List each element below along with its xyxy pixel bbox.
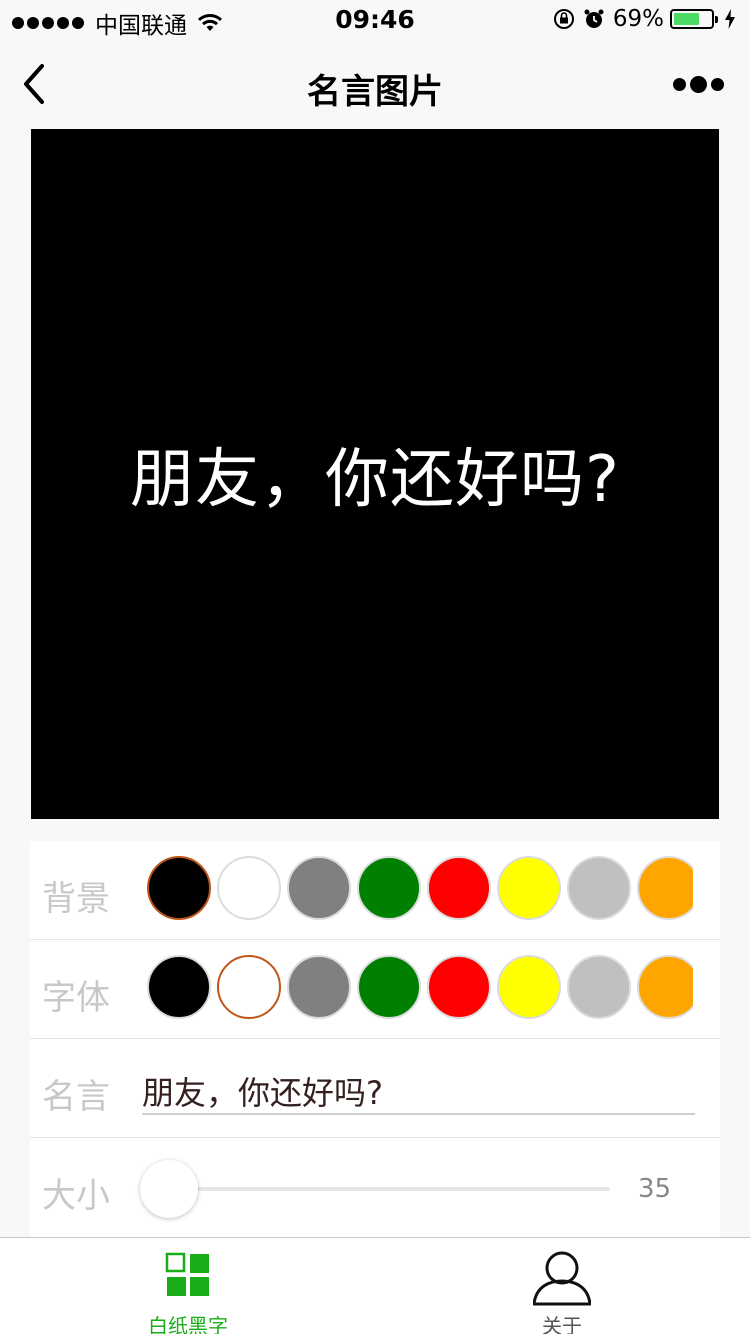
nav-bar: 名言图片 bbox=[0, 40, 750, 128]
settings-panel: 背景 字体 名言 大小 35 bbox=[30, 841, 720, 1237]
background-color-swatch[interactable] bbox=[497, 856, 561, 920]
tab-about[interactable]: 关于 bbox=[462, 1248, 662, 1334]
background-color-swatch[interactable] bbox=[217, 856, 281, 920]
font-color-swatch[interactable] bbox=[357, 955, 421, 1019]
font-color-swatch[interactable] bbox=[287, 955, 351, 1019]
font-color-options bbox=[147, 955, 693, 1021]
size-slider-thumb[interactable] bbox=[140, 1160, 198, 1218]
rotation-lock-icon bbox=[553, 9, 574, 29]
background-color-swatch[interactable] bbox=[567, 856, 631, 920]
background-color-swatch[interactable] bbox=[637, 856, 693, 920]
size-slider-track[interactable] bbox=[170, 1187, 610, 1191]
battery-percent: 69% bbox=[612, 6, 664, 32]
tab-label: 白纸黑字 bbox=[148, 1314, 228, 1334]
size-label: 大小 bbox=[42, 1176, 110, 1216]
font-color-swatch[interactable] bbox=[217, 955, 281, 1019]
background-color-swatch[interactable] bbox=[287, 856, 351, 920]
background-color-swatch[interactable] bbox=[357, 856, 421, 920]
person-icon bbox=[533, 1251, 591, 1306]
status-right: 69% bbox=[553, 6, 736, 32]
more-dot-icon bbox=[690, 76, 707, 93]
size-row: 大小 35 bbox=[30, 1138, 720, 1237]
more-dot-icon bbox=[673, 78, 686, 91]
more-dot-icon bbox=[711, 78, 724, 91]
font-color-swatch[interactable] bbox=[637, 955, 693, 1019]
quote-input[interactable] bbox=[142, 1069, 695, 1115]
background-color-swatch[interactable] bbox=[427, 856, 491, 920]
size-value: 35 bbox=[638, 1174, 672, 1204]
font-color-swatch[interactable] bbox=[147, 955, 211, 1019]
battery-icon bbox=[670, 9, 718, 29]
status-bar: 中国联通 09:46 69% bbox=[0, 0, 750, 40]
page-title: 名言图片 bbox=[307, 72, 443, 112]
tab-label: 关于 bbox=[542, 1314, 582, 1334]
background-color-swatch[interactable] bbox=[147, 856, 211, 920]
quote-image-preview: 朋友，你还好吗? bbox=[31, 129, 719, 819]
tab-bar: 白纸黑字 关于 bbox=[0, 1237, 750, 1334]
font-color-swatch[interactable] bbox=[497, 955, 561, 1019]
font-label: 字体 bbox=[42, 978, 110, 1018]
background-color-row: 背景 bbox=[30, 841, 720, 940]
font-color-swatch[interactable] bbox=[567, 955, 631, 1019]
battery-level bbox=[674, 13, 699, 25]
font-color-row: 字体 bbox=[30, 940, 720, 1039]
more-menu-button[interactable] bbox=[669, 76, 724, 93]
alarm-icon bbox=[584, 9, 604, 28]
font-color-swatch[interactable] bbox=[427, 955, 491, 1019]
charging-icon bbox=[725, 9, 735, 29]
background-color-options bbox=[147, 856, 693, 922]
background-label: 背景 bbox=[42, 879, 110, 919]
tab-white-paper-black-text[interactable]: 白纸黑字 bbox=[88, 1248, 288, 1334]
quote-label: 名言 bbox=[42, 1077, 110, 1117]
grid-icon bbox=[165, 1252, 209, 1296]
quote-row: 名言 bbox=[30, 1039, 720, 1138]
quote-preview-text: 朋友，你还好吗? bbox=[130, 443, 620, 517]
